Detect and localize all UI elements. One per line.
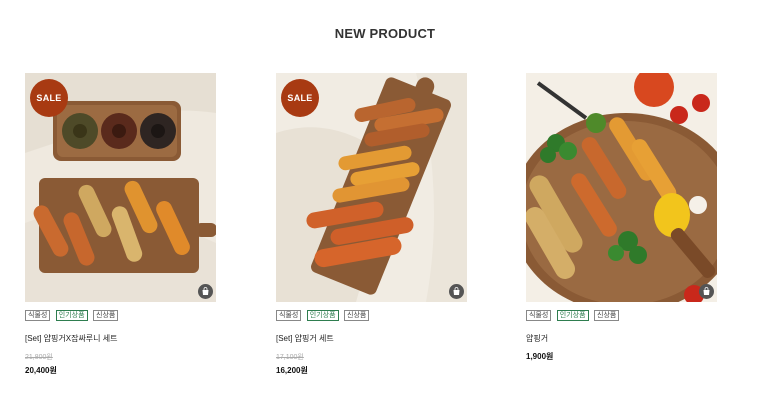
sale-badge: SALE (30, 79, 68, 117)
product-photo (526, 73, 717, 302)
tag-new: 신상품 (344, 310, 370, 321)
product-card[interactable]: SALE 식물성 인기상품 신상품 [Set] 얍핑거 세트 17,100원 1… (276, 73, 467, 376)
product-name[interactable]: 얍핑거 (526, 333, 717, 344)
original-price: 21,800원 (25, 354, 53, 361)
tag-new: 신상품 (594, 310, 620, 321)
bag-icon[interactable] (449, 284, 464, 299)
tag-plant-based: 식물성 (526, 310, 552, 321)
sale-badge: SALE (281, 79, 319, 117)
bag-icon[interactable] (699, 284, 714, 299)
original-price: 17,100원 (276, 354, 304, 361)
product-name[interactable]: [Set] 얍핑거 세트 (276, 333, 467, 344)
product-image[interactable]: SALE (25, 73, 216, 302)
tag-plant-based: 식물성 (25, 310, 51, 321)
product-image[interactable]: SALE (276, 73, 467, 302)
tag-list: 식물성 인기상품 신상품 (276, 310, 467, 322)
tag-popular: 인기상품 (556, 310, 589, 321)
product-card[interactable]: 식물성 인기상품 신상품 얍핑거 1,900원 (526, 73, 717, 362)
tag-popular: 인기상품 (55, 310, 88, 321)
tag-popular: 인기상품 (306, 310, 339, 321)
tag-new: 신상품 (93, 310, 119, 321)
bag-icon[interactable] (198, 284, 213, 299)
product-card[interactable]: SALE 식물성 인기상품 신상품 [Set] 얍핑거X잡싸루니 세트 21,8… (25, 73, 216, 376)
product-name[interactable]: [Set] 얍핑거X잡싸루니 세트 (25, 333, 216, 344)
tag-list: 식물성 인기상품 신상품 (25, 310, 216, 322)
product-image[interactable] (526, 73, 717, 302)
section-title: NEW PRODUCT (334, 26, 436, 41)
sale-price: 20,400원 (25, 366, 57, 375)
sale-price: 16,200원 (276, 366, 308, 375)
tag-list: 식물성 인기상품 신상품 (526, 310, 717, 322)
tag-plant-based: 식물성 (276, 310, 302, 321)
price: 1,900원 (526, 352, 554, 361)
